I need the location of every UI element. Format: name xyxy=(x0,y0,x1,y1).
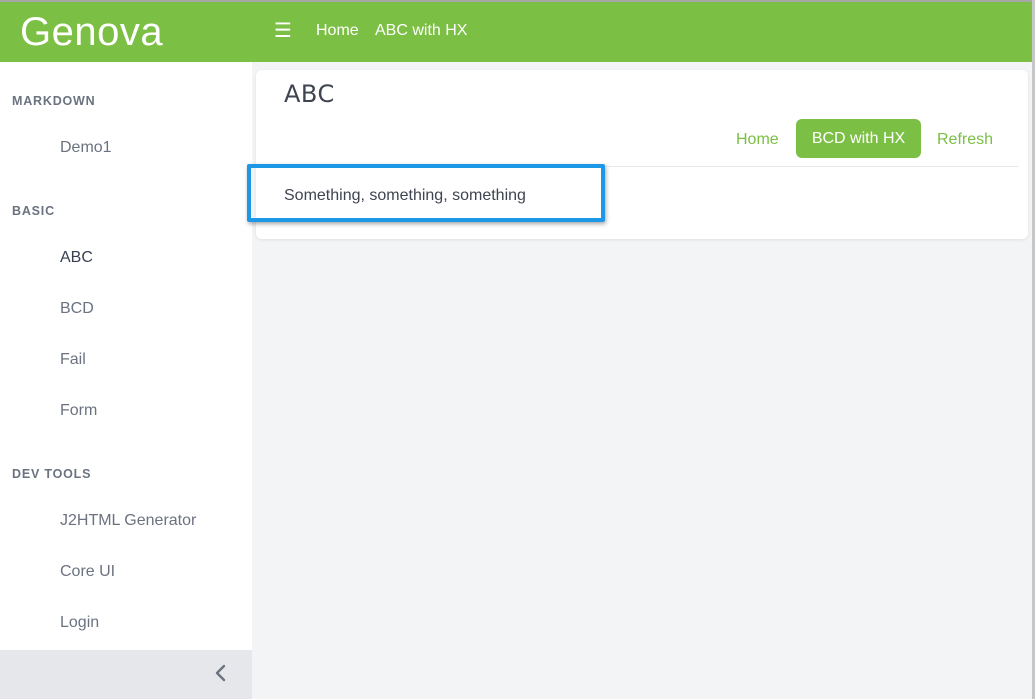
sidebar-item-form[interactable]: Form xyxy=(60,402,97,420)
breadcrumb-abc-with-hx[interactable]: ABC with HX xyxy=(375,22,467,40)
sidebar-item-demo1[interactable]: Demo1 xyxy=(60,139,112,157)
home-link[interactable]: Home xyxy=(736,131,779,149)
page-title: ABC xyxy=(284,80,335,108)
top-bar: Genova ☰ Home ABC with HX xyxy=(0,0,1033,62)
hamburger-icon[interactable]: ☰ xyxy=(274,18,292,43)
section-title-basic: BASIC xyxy=(12,204,55,218)
section-title-dev-tools: DEV TOOLS xyxy=(12,467,92,481)
sidebar-item-abc[interactable]: ABC xyxy=(60,249,93,267)
sidebar-item-fail[interactable]: Fail xyxy=(60,351,86,369)
refresh-link[interactable]: Refresh xyxy=(937,131,993,149)
sidebar-item-core-ui[interactable]: Core UI xyxy=(60,563,115,581)
sidebar-item-bcd[interactable]: BCD xyxy=(60,300,94,318)
sidebar-footer xyxy=(0,650,252,699)
breadcrumb-home[interactable]: Home xyxy=(316,22,359,40)
sidebar: MARKDOWN Demo1 BASIC ABC BCD Fail Form D… xyxy=(0,62,252,699)
chevron-left-icon[interactable] xyxy=(212,662,230,684)
brand-logo[interactable]: Genova xyxy=(20,10,163,55)
section-title-markdown: MARKDOWN xyxy=(12,94,96,108)
sidebar-item-login[interactable]: Login xyxy=(60,614,99,632)
highlight-box xyxy=(247,164,605,222)
bcd-with-hx-button[interactable]: BCD with HX xyxy=(796,119,921,158)
sidebar-item-j2html-generator[interactable]: J2HTML Generator xyxy=(60,512,196,530)
